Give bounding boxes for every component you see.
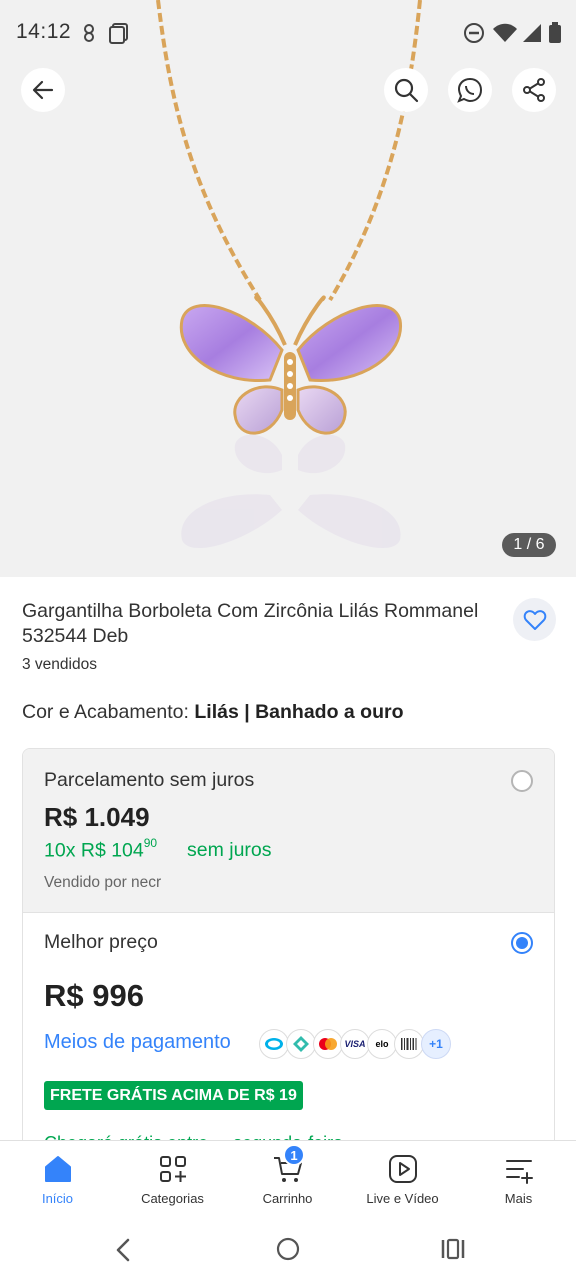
installment-heading: Parcelamento sem juros <box>44 769 255 791</box>
installment-total-price: R$ 1.049 <box>44 802 150 832</box>
play-icon <box>388 1155 417 1183</box>
product-image-gallery[interactable]: 14:12 1 / 6 <box>0 0 576 577</box>
sold-count: 3 vendidos <box>22 656 97 673</box>
system-navigation-bar <box>0 1220 576 1280</box>
more-methods-badge: +1 <box>421 1029 451 1059</box>
pix-icon <box>286 1029 316 1059</box>
free-shipping-badge: FRETE GRÁTIS ACIMA DE R$ 19 <box>44 1081 303 1110</box>
installment-value: 10x R$ 10490 <box>44 836 158 862</box>
categories-icon <box>159 1156 186 1182</box>
share-button[interactable] <box>512 68 556 112</box>
nav-home[interactable]: Início <box>0 1141 115 1221</box>
nav-live-video-label: Live e Vídeo <box>366 1191 439 1206</box>
heart-icon <box>523 609 546 630</box>
no-interest-label: sem juros <box>187 839 272 861</box>
battery-icon <box>549 22 561 43</box>
search-button[interactable] <box>384 68 428 112</box>
do-not-disturb-icon <box>464 23 484 43</box>
nav-more-label: Mais <box>504 1191 533 1206</box>
status-time: 14:12 <box>16 20 72 43</box>
mastercard-icon <box>313 1029 343 1059</box>
notification-icon <box>84 24 94 42</box>
whatsapp-icon <box>457 77 483 103</box>
menu-plus-icon <box>505 1160 533 1184</box>
variant-selector[interactable]: Cor e Acabamento: Lilás | Banhado a ouro <box>22 701 404 724</box>
system-home-icon[interactable] <box>276 1237 300 1261</box>
share-icon <box>523 78 545 102</box>
nav-more[interactable]: Mais <box>461 1141 576 1221</box>
best-price-value: R$ 996 <box>44 978 144 1013</box>
signal-icon <box>523 24 541 42</box>
seller-name: Vendido por necr <box>44 874 162 891</box>
system-recents-icon[interactable] <box>440 1237 466 1261</box>
arrow-left-icon <box>32 80 54 100</box>
payment-method-icons[interactable]: VISA elo +1 <box>259 1029 451 1059</box>
visa-icon: VISA <box>340 1029 370 1059</box>
back-button[interactable] <box>21 68 65 112</box>
payment-options-card: Parcelamento sem juros R$ 1.049 10x R$ 1… <box>22 748 555 1168</box>
nav-home-label: Início <box>41 1191 74 1206</box>
installment-cents: 90 <box>143 836 158 850</box>
system-back-icon[interactable] <box>112 1237 134 1263</box>
variant-value: Lilás | Banhado a ouro <box>194 701 404 723</box>
whatsapp-share-button[interactable] <box>448 68 492 112</box>
payment-methods-link[interactable]: Meios de pagamento <box>44 1031 231 1054</box>
best-price-radio[interactable] <box>511 932 533 954</box>
wifi-icon <box>493 23 517 42</box>
product-title: Gargantilha Borboleta Com Zircônia Lilás… <box>22 600 479 647</box>
best-price-heading: Melhor preço <box>44 931 158 953</box>
image-counter: 1 / 6 <box>502 533 556 557</box>
boleto-icon <box>394 1029 424 1059</box>
screenshot-icon <box>109 23 128 44</box>
nav-cart-label: Carrinho <box>262 1191 313 1206</box>
mercado-pago-icon <box>259 1029 289 1059</box>
search-icon <box>394 78 419 103</box>
elo-icon: elo <box>367 1029 397 1059</box>
cart-badge: 1 <box>283 1144 305 1166</box>
installment-radio[interactable] <box>511 770 533 792</box>
favorite-button[interactable] <box>513 598 556 641</box>
home-icon <box>44 1156 71 1182</box>
nav-live-video[interactable]: Live e Vídeo <box>345 1141 460 1221</box>
installment-option[interactable]: Parcelamento sem juros R$ 1.049 10x R$ 1… <box>23 749 554 913</box>
variant-label: Cor e Acabamento: <box>22 701 189 723</box>
status-bar: 14:12 <box>0 0 576 66</box>
nav-categories[interactable]: Categorias <box>115 1141 230 1221</box>
nav-categories-label: Categorias <box>141 1191 204 1206</box>
